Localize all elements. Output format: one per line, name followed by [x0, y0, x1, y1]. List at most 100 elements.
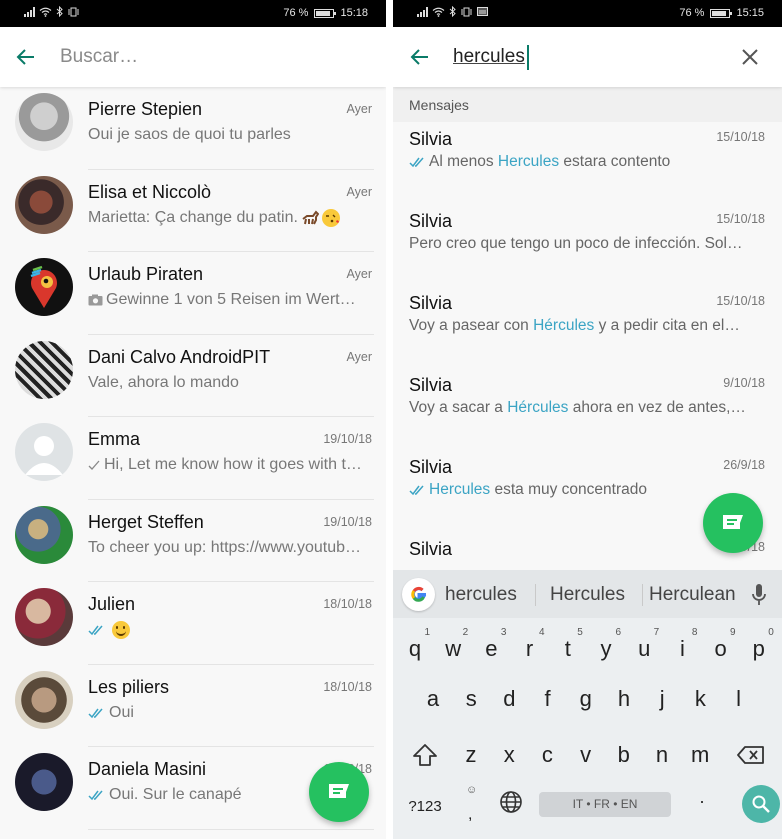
chat-preview-text: To cheer you up: https://www.youtub…: [88, 538, 362, 556]
key-number-hint: 0: [768, 627, 774, 638]
key-number-hint: 4: [539, 627, 545, 638]
search-match-highlight: Hercules: [429, 481, 491, 498]
key-x[interactable]: x: [491, 730, 527, 780]
key-v[interactable]: v: [568, 730, 604, 780]
chat-timestamp: 19/10/18: [323, 432, 372, 446]
key-m[interactable]: m: [682, 730, 718, 780]
avatar[interactable]: [15, 423, 73, 481]
key-y[interactable]: y6: [588, 624, 624, 674]
chat-list-item[interactable]: Urlaub Piraten Ayer Gewinne 1 von 5 Reisen…: [0, 252, 386, 335]
avatar[interactable]: [15, 258, 73, 316]
chat-list-item[interactable]: Emma 19/10/18 Hi, Let me know how it goes …: [0, 417, 386, 500]
chat-list-item[interactable]: Elisa et Niccolò Ayer Marietta: Ça change …: [0, 170, 386, 252]
new-chat-button[interactable]: [309, 762, 369, 822]
key-k[interactable]: k: [682, 674, 718, 724]
key-o[interactable]: o9: [703, 624, 739, 674]
back-arrow-icon[interactable]: [14, 45, 38, 69]
suggestion-bar: hercules Hercules Herculean: [393, 570, 782, 618]
key-h[interactable]: h: [606, 674, 642, 724]
key-a[interactable]: a: [415, 674, 451, 724]
chat-list-item[interactable]: Herget Steffen 19/10/18 To cheer you up: h…: [0, 500, 386, 582]
keyboard-search-button[interactable]: [742, 785, 780, 823]
chat-preview-text: Oui. Sur le canapé: [109, 786, 242, 803]
avatar[interactable]: [15, 753, 73, 811]
key-t[interactable]: t5: [550, 624, 586, 674]
avatar[interactable]: [15, 505, 73, 564]
chat-timestamp: Ayer: [346, 349, 372, 364]
chat-name: Daniela Masini: [88, 759, 207, 779]
avatar[interactable]: [15, 93, 73, 151]
key-f[interactable]: f: [530, 674, 566, 724]
message-snippet: Pero creo que tengo un poco de infección…: [409, 235, 742, 253]
language-key[interactable]: [493, 782, 529, 832]
double-check-read-icon: [88, 708, 103, 718]
avatar[interactable]: [15, 175, 73, 234]
avatar[interactable]: [15, 340, 73, 399]
key-z[interactable]: z: [453, 730, 489, 780]
snippet-text: Al menos: [429, 153, 498, 170]
message-result-item[interactable]: Silvia 15/10/18 Voy a pasear con Hércules …: [393, 272, 782, 354]
key-r[interactable]: r4: [512, 624, 548, 674]
chat-list-item[interactable]: Dani Calvo AndroidPIT Ayer Vale, ahora lo …: [0, 335, 386, 417]
status-bar: 76 % 15:15: [393, 0, 782, 27]
search-input[interactable]: [60, 43, 320, 71]
key-w[interactable]: w2: [435, 624, 471, 674]
search-input[interactable]: [453, 43, 673, 71]
key-i[interactable]: i8: [664, 624, 700, 674]
key-l[interactable]: l: [721, 674, 757, 724]
key-n[interactable]: n: [644, 730, 680, 780]
chat-list-item[interactable]: Julien 18/10/18: [0, 582, 386, 665]
on-screen-keyboard: hercules Hercules Herculean q1w2e3r4t5y6…: [393, 570, 782, 839]
emoji-comma-key[interactable]: ☺ ,: [455, 782, 489, 832]
suggestion-3[interactable]: Herculean: [649, 584, 736, 606]
back-arrow-icon[interactable]: [408, 45, 432, 69]
chat-preview-text: Oui je saos de quoi tu parles: [88, 126, 291, 143]
key-u[interactable]: u7: [626, 624, 662, 674]
symbols-key[interactable]: ?123: [403, 782, 447, 832]
clock: 15:15: [736, 7, 764, 19]
backspace-key[interactable]: [731, 730, 771, 780]
sender-name: Silvia: [409, 293, 453, 313]
message-result-item[interactable]: Silvia 9/10/18 Voy a sacar a Hércules ahor…: [393, 354, 782, 436]
key-label: t: [564, 636, 571, 661]
avatar[interactable]: [15, 670, 73, 729]
chat-list-item[interactable]: Les piliers 18/10/18 Oui: [0, 665, 386, 747]
chat-list-item[interactable]: Pierre Stepien Ayer Oui je saos de quoi tu…: [0, 87, 386, 170]
key-number-hint: 3: [500, 627, 507, 638]
key-e[interactable]: e3: [473, 624, 509, 674]
message-result-item[interactable]: Silvia 15/10/18 Pero creo que tengo un poc…: [393, 190, 782, 272]
comma-label: ,: [468, 806, 473, 823]
new-chat-button[interactable]: [703, 493, 763, 553]
globe-icon: [500, 791, 522, 813]
key-s[interactable]: s: [453, 674, 489, 724]
clock: 15:18: [340, 7, 368, 19]
message-snippet: Voy a sacar a Hércules ahora en vez de a…: [409, 399, 746, 417]
suggestion-1[interactable]: hercules: [445, 584, 517, 606]
google-icon[interactable]: [402, 578, 435, 611]
key-q[interactable]: q1: [397, 624, 433, 674]
camera-icon: [88, 294, 103, 306]
key-b[interactable]: b: [606, 730, 642, 780]
kiss-face-icon: [321, 208, 340, 227]
sender-name: Silvia: [409, 457, 453, 477]
suggestion-2[interactable]: Hercules: [550, 584, 625, 606]
double-check-read-icon: [409, 485, 424, 496]
microphone-icon[interactable]: [751, 583, 767, 607]
chat-preview: To cheer you up: https://www.youtub…: [88, 539, 361, 557]
key-number-hint: 2: [462, 627, 469, 638]
key-d[interactable]: d: [491, 674, 527, 724]
clear-search-icon[interactable]: [740, 47, 760, 67]
period-key[interactable]: .: [685, 782, 719, 832]
key-j[interactable]: j: [644, 674, 680, 724]
suggestion-divider: [642, 584, 643, 606]
message-result-item[interactable]: Silvia 15/10/18 Al menos Hercules estara c…: [393, 108, 782, 190]
shift-key[interactable]: [405, 730, 445, 780]
key-g[interactable]: g: [568, 674, 604, 724]
sender-name: Silvia: [409, 211, 453, 231]
space-bar[interactable]: IT • FR • EN: [539, 792, 671, 817]
key-p[interactable]: p0: [741, 624, 777, 674]
key-c[interactable]: c: [529, 730, 565, 780]
key-number-hint: 6: [615, 627, 621, 638]
avatar[interactable]: [15, 588, 73, 646]
chat-name: Julien: [88, 594, 136, 614]
